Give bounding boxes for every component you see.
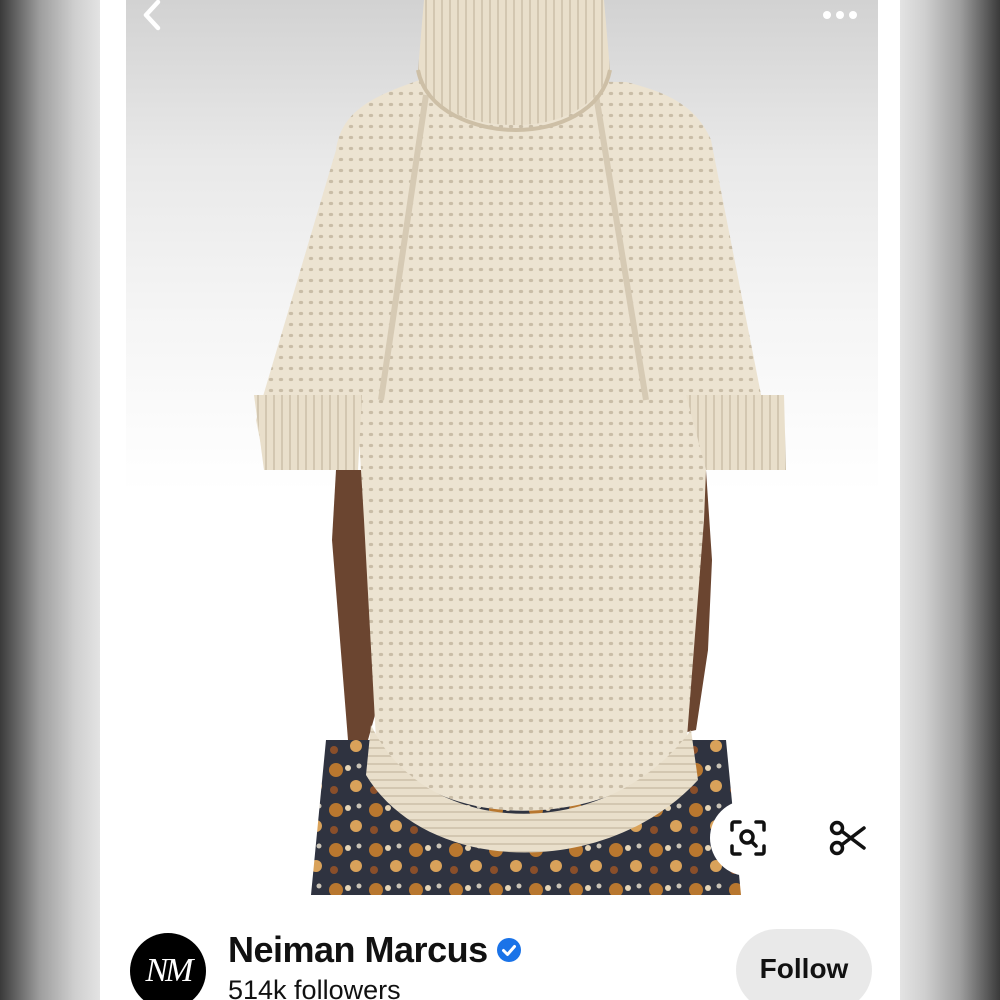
visual-search-button[interactable]	[710, 800, 786, 876]
visual-search-icon	[730, 820, 766, 856]
more-options-button[interactable]	[818, 0, 862, 34]
product-photo	[254, 0, 786, 895]
follower-count: 514k followers	[228, 975, 401, 1000]
dimmed-background-left	[0, 0, 100, 1000]
avatar[interactable]: NM	[130, 933, 206, 1000]
dimmed-background-right	[900, 0, 1000, 1000]
pin-card: NM Neiman Marcus 514k followers Follow	[100, 0, 900, 1000]
creator-bar: NM Neiman Marcus 514k followers Follow	[100, 895, 900, 1000]
chevron-left-icon	[143, 0, 161, 31]
back-button[interactable]	[130, 0, 174, 34]
ellipsis-icon	[823, 11, 857, 19]
creator-name[interactable]: Neiman Marcus	[228, 929, 488, 971]
creator-name-row: Neiman Marcus	[228, 929, 522, 971]
pin-image[interactable]	[126, 0, 878, 895]
cutout-button[interactable]	[810, 800, 886, 876]
verified-badge-icon	[496, 938, 521, 962]
scissors-icon	[829, 820, 866, 856]
follow-button[interactable]: Follow	[736, 929, 872, 1000]
